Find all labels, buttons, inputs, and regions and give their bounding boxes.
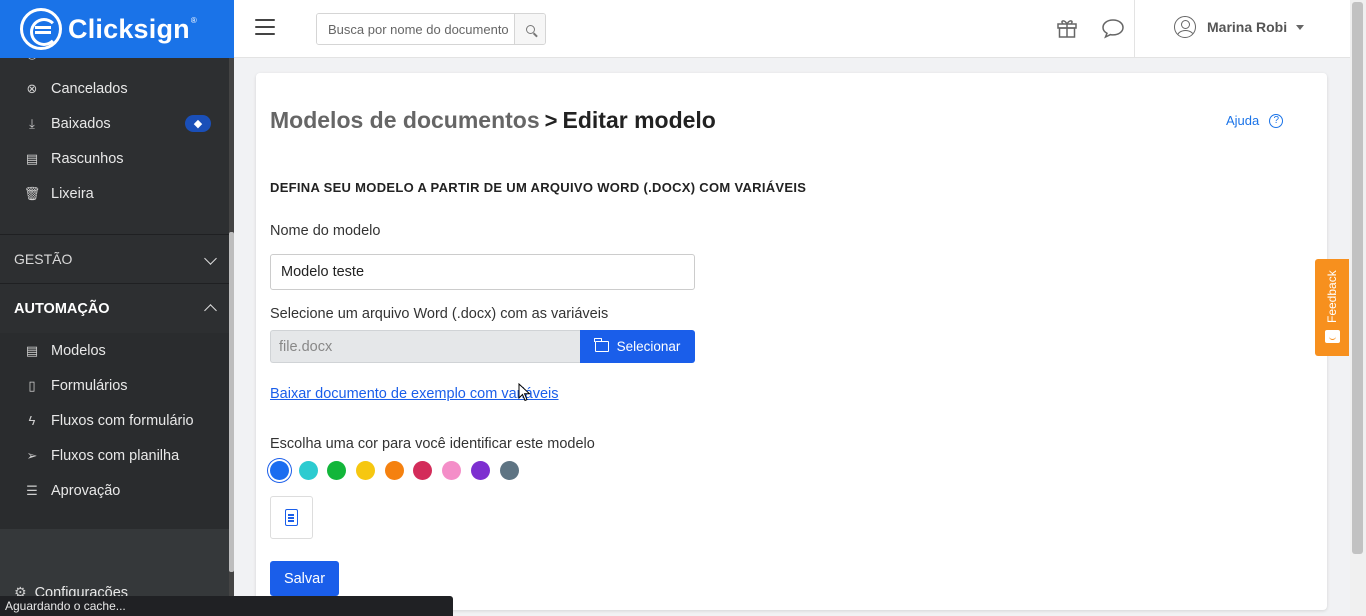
draft-icon: ▤ bbox=[25, 150, 39, 166]
help-link[interactable]: Ajuda ? bbox=[1226, 113, 1284, 128]
send-icon: ➢ bbox=[26, 447, 38, 463]
breadcrumb-parent-link[interactable]: Modelos de documentos bbox=[270, 107, 540, 134]
section-label: AUTOMAÇÃO bbox=[14, 301, 110, 317]
sidebar-document-list: ◎ Finalizados ⊗ Cancelados ⤓ Baixados ◆ … bbox=[0, 36, 229, 211]
file-selector: file.docx Selecionar bbox=[270, 330, 695, 363]
color-swatch-3[interactable] bbox=[327, 461, 347, 480]
sidebar-item-label: Modelos bbox=[51, 342, 106, 359]
color-picker bbox=[270, 461, 528, 480]
search-icon bbox=[525, 24, 535, 34]
sidebar-item-label: Lixeira bbox=[51, 185, 94, 202]
sidebar-item-modelos[interactable]: ▤ Modelos bbox=[0, 333, 229, 368]
select-file-button[interactable]: Selecionar bbox=[580, 330, 695, 363]
color-swatch-5[interactable] bbox=[384, 461, 404, 480]
page-title: Editar modelo bbox=[562, 107, 716, 133]
help-label: Ajuda bbox=[1226, 113, 1260, 128]
document-icon: ▤ bbox=[25, 342, 39, 358]
search-button[interactable] bbox=[514, 14, 545, 44]
color-swatch-2[interactable] bbox=[298, 461, 318, 480]
gift-icon[interactable] bbox=[1056, 17, 1078, 39]
color-swatch-6[interactable] bbox=[413, 461, 433, 480]
sidebar-item-formularios[interactable]: ▯ Formulários bbox=[0, 368, 229, 403]
folder-icon bbox=[594, 338, 609, 352]
browser-status-bar: Aguardando o cache... bbox=[0, 596, 453, 616]
sidebar-item-baixados[interactable]: ⤓ Baixados ◆ bbox=[0, 106, 229, 141]
sidebar-item-rascunhos[interactable]: ▤ Rascunhos bbox=[0, 141, 229, 176]
sidebar-section-gestao[interactable]: GESTÃO bbox=[0, 234, 229, 284]
breadcrumb-separator: > bbox=[544, 107, 558, 133]
bolt-icon: ϟ bbox=[28, 413, 36, 428]
color-swatch-1[interactable] bbox=[270, 461, 289, 480]
color-swatch-4[interactable] bbox=[356, 461, 376, 480]
user-menu[interactable]: Marina Robi bbox=[1174, 16, 1305, 38]
sidebar-item-lixeira[interactable]: 🗑 Lixeira bbox=[0, 176, 229, 211]
feedback-tab[interactable]: Feedback bbox=[1315, 259, 1349, 356]
sidebar-scrollbar-thumb[interactable] bbox=[229, 232, 234, 572]
sidebar-item-cancelados[interactable]: ⊗ Cancelados bbox=[0, 71, 229, 106]
feedback-label: Feedback bbox=[1325, 270, 1339, 324]
file-name-field[interactable]: file.docx bbox=[270, 330, 580, 363]
topbar: Marina Robi bbox=[234, 0, 1350, 58]
template-preview bbox=[270, 496, 313, 539]
name-label: Nome do modelo bbox=[270, 223, 381, 239]
template-name-input[interactable] bbox=[270, 254, 695, 290]
download-example-link[interactable]: Baixar documento de exemplo com variávei… bbox=[270, 386, 559, 402]
smile-icon bbox=[1325, 330, 1340, 343]
chevron-up-icon bbox=[204, 304, 217, 317]
user-avatar-icon bbox=[1174, 16, 1196, 38]
sidebar-item-aprovacao[interactable]: ☰ Aprovação bbox=[0, 473, 229, 508]
diamond-icon: ◆ bbox=[185, 115, 211, 132]
search-box bbox=[316, 13, 546, 45]
sidebar-item-label: Rascunhos bbox=[51, 150, 124, 167]
sidebar-item-label: Formulários bbox=[51, 377, 128, 394]
topbar-divider bbox=[1134, 0, 1135, 58]
sidebar-item-label: Fluxos com planilha bbox=[51, 447, 180, 464]
clicksign-logo-icon bbox=[20, 8, 62, 50]
sidebar-item-label: Baixados bbox=[51, 115, 111, 132]
x-circle-icon: ⊗ bbox=[26, 80, 38, 96]
breadcrumb: Modelos de documentos > Editar modelo bbox=[270, 107, 716, 134]
caret-down-icon bbox=[1296, 24, 1305, 30]
save-button[interactable]: Salvar bbox=[270, 561, 339, 596]
hamburger-menu-icon[interactable] bbox=[255, 19, 275, 35]
checklist-icon: ☰ bbox=[26, 482, 38, 498]
sidebar-item-label: Fluxos com formulário bbox=[51, 412, 194, 429]
download-icon: ⤓ bbox=[29, 115, 35, 131]
color-swatch-7[interactable] bbox=[442, 461, 462, 480]
search-input[interactable] bbox=[317, 14, 514, 44]
user-name: Marina Robi bbox=[1207, 19, 1288, 35]
sidebar-section-automacao[interactable]: AUTOMAÇÃO bbox=[0, 284, 229, 334]
brand-name: Clicksign bbox=[68, 13, 190, 44]
sidebar-item-label: Cancelados bbox=[51, 80, 128, 97]
page-scrollbar-thumb[interactable] bbox=[1352, 2, 1363, 554]
sidebar-automation-list: ▤ Modelos ▯ Formulários ϟ Fluxos com for… bbox=[0, 333, 229, 529]
edit-template-card: Modelos de documentos > Editar modelo Aj… bbox=[256, 73, 1327, 610]
question-circle-icon: ? bbox=[1269, 113, 1284, 128]
section-label: GESTÃO bbox=[14, 251, 73, 267]
color-swatch-8[interactable] bbox=[470, 461, 490, 480]
brand-header[interactable]: Clicksign ® bbox=[0, 0, 234, 58]
chat-icon[interactable] bbox=[1101, 17, 1125, 39]
sidebar-item-fluxos-planilha[interactable]: ➢ Fluxos com planilha bbox=[0, 438, 229, 473]
sidebar-item-fluxos-formulario[interactable]: ϟ Fluxos com formulário bbox=[0, 403, 229, 438]
select-button-label: Selecionar bbox=[616, 339, 681, 354]
form-icon: ▯ bbox=[28, 377, 36, 393]
file-label: Selecione um arquivo Word (.docx) com as… bbox=[270, 306, 609, 322]
color-label: Escolha uma cor para você identificar es… bbox=[270, 436, 595, 452]
mouse-cursor-icon bbox=[518, 383, 531, 402]
chevron-down-icon bbox=[204, 252, 217, 265]
brand-registered-mark: ® bbox=[190, 15, 197, 25]
sidebar-item-label: Aprovação bbox=[51, 482, 121, 499]
color-swatch-9[interactable] bbox=[499, 461, 519, 480]
status-text: Aguardando o cache... bbox=[5, 599, 126, 613]
trash-icon: 🗑 bbox=[23, 185, 41, 201]
document-preview-icon bbox=[285, 509, 298, 526]
section-title: DEFINA SEU MODELO A PARTIR DE UM ARQUIVO… bbox=[270, 180, 807, 195]
sidebar: ◎ Finalizados ⊗ Cancelados ⤓ Baixados ◆ … bbox=[0, 0, 234, 616]
